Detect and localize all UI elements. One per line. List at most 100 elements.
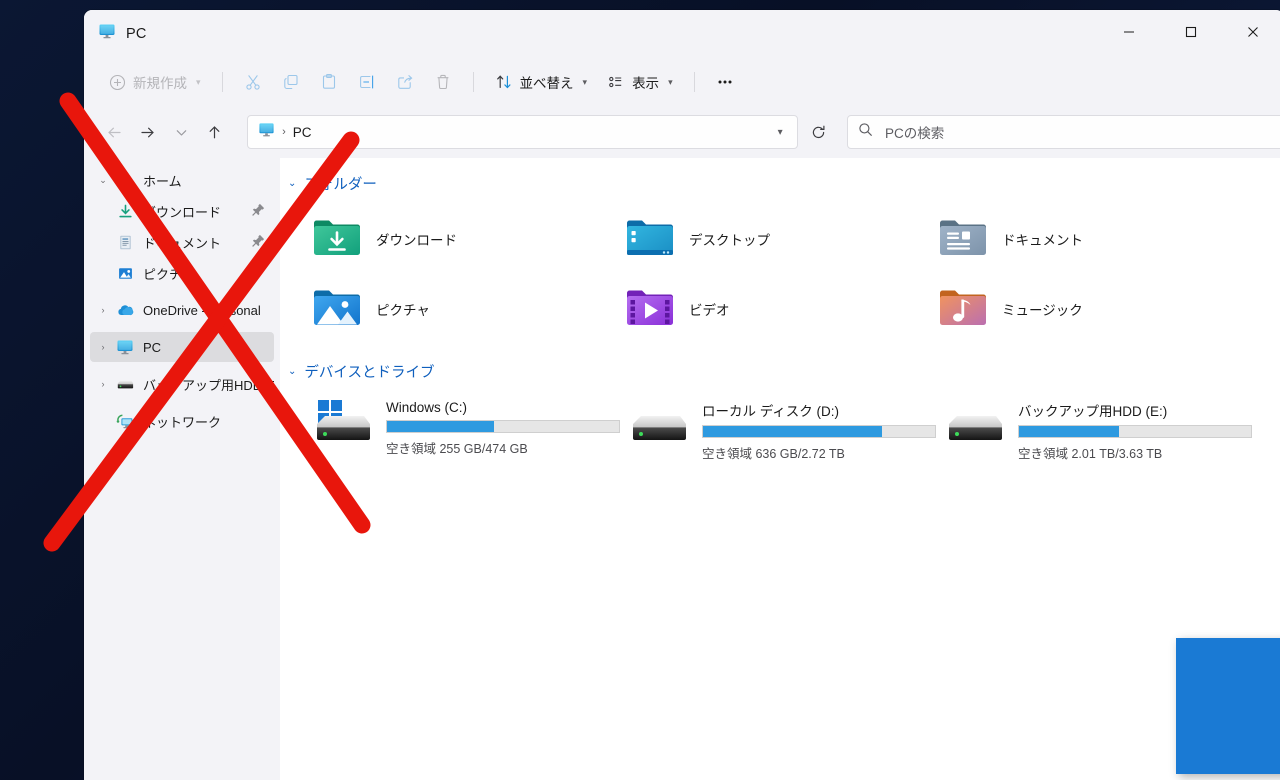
close-button[interactable] [1222,10,1280,54]
share-icon [396,73,414,91]
folders-group-label: フォルダー [304,176,377,193]
breadcrumb-pc[interactable]: PC [293,125,312,140]
toolbar-separator [693,72,695,92]
folder-item-music[interactable]: ミュージック [932,274,1245,344]
drive-item-d[interactable]: ローカル ディスク (D:) 空き領域 636 GB/2.72 TB [622,394,938,466]
drive-info: Windows (C:) 空き領域 255 GB/474 GB [386,398,620,457]
up-button[interactable] [198,115,231,149]
sidebar-item-pictures[interactable]: ⌄ ピクチャ [90,258,274,288]
chevron-right-icon[interactable]: › [92,305,114,315]
new-button[interactable]: 新規作成 ▾ [100,66,210,98]
chevron-right-icon[interactable]: › [92,342,114,352]
sidebar-item-label: バックアップ用HDD (E:) [143,377,274,393]
sidebar-item-documents[interactable]: ⌄ ドキュメント [90,227,274,257]
search-input[interactable]: PCの検索 [885,122,944,142]
sidebar-item-pc[interactable]: › PC [90,332,274,362]
folder-item-label: デスクトップ [689,233,770,248]
copy-button[interactable] [273,66,309,98]
window-title: PC [126,25,147,42]
sidebar-item-network[interactable]: ⌄ ネットワーク [90,406,274,436]
search-box[interactable]: PCの検索 [846,115,1280,149]
devices-group-header[interactable]: ⌄ デバイスとドライブ [280,358,1280,384]
chevron-down-icon[interactable]: ⌄ [288,366,296,377]
scissors-icon [244,73,262,91]
desktop-background: PC 新規作成 ▾ 並べ替え ▾ 表示 ▾ › PC ▾ PCの検索 ⌄ ホーム… [0,0,1280,780]
drive-item-e[interactable]: バックアップ用HDD (E:) 空き領域 2.01 TB/3.63 TB [938,394,1254,466]
folder-item-desktop[interactable]: デスクトップ [619,204,932,274]
pin-icon[interactable] [252,203,265,221]
folder-item-label: ドキュメント [1002,233,1083,248]
drive-windows-icon [312,398,374,449]
recent-locations-button[interactable] [165,115,198,149]
view-list-icon [607,73,625,91]
sidebar-item-label: ピクチャ [143,266,195,282]
drive-info: ローカル ディスク (D:) 空き領域 636 GB/2.72 TB [702,398,936,462]
network-icon [114,412,136,430]
copy-icon [282,73,300,91]
drive-item-c[interactable]: Windows (C:) 空き領域 255 GB/474 GB [306,394,622,466]
folder-music-icon [938,285,988,334]
sidebar-item-downloads[interactable]: ⌄ ダウンロード [90,196,274,226]
folder-item-downloads[interactable]: ダウンロード [306,204,619,274]
rename-button[interactable] [349,66,385,98]
share-button[interactable] [387,66,423,98]
title-bar: PC [84,10,1280,58]
chevron-down-icon[interactable]: ▾ [770,127,791,138]
back-button[interactable] [98,115,131,149]
ellipsis-icon [716,73,734,91]
sidebar-item-label: ホーム [143,173,182,189]
sidebar-item-backup-hdd[interactable]: › バックアップ用HDD (E:) [90,369,275,399]
navigation-pane: ⌄ ホーム ⌄ [84,158,280,780]
sort-button[interactable]: 並べ替え ▾ [486,66,597,98]
picture-icon [114,265,136,282]
see-more-button[interactable] [707,66,743,98]
refresh-button[interactable] [802,115,835,149]
folders-grid: ダウンロード デスクトップ ドキュメント ピクチャ ビデオ ミュージック [280,204,1280,344]
window-controls [1098,10,1280,54]
paste-icon [320,73,338,91]
pin-icon[interactable] [252,265,265,283]
forward-button[interactable] [131,115,164,149]
sort-button-label: 並べ替え [519,76,574,91]
address-bar[interactable]: › PC ▾ [247,115,798,149]
document-icon [114,234,136,251]
folder-item-videos[interactable]: ビデオ [619,274,932,344]
sidebar-item-label: ドキュメント [143,235,222,251]
pin-icon[interactable] [252,234,265,252]
paste-button[interactable] [311,66,347,98]
download-icon [114,203,136,220]
window-body: ⌄ ホーム ⌄ [84,158,1280,780]
view-button[interactable]: 表示 ▾ [598,66,682,98]
chevron-down-icon[interactable]: ⌄ [288,178,296,189]
folders-group-header[interactable]: ⌄ フォルダー [280,170,1280,196]
drive-label: Windows (C:) [386,400,468,415]
command-toolbar: 新規作成 ▾ 並べ替え ▾ 表示 ▾ [84,58,1280,106]
toolbar-separator [221,72,223,92]
drive-free-space: 空き領域 2.01 TB/3.63 TB [1018,447,1163,461]
minimize-button[interactable] [1098,10,1160,54]
chevron-down-icon: ▾ [668,76,673,87]
folder-item-documents[interactable]: ドキュメント [932,204,1245,274]
file-explorer-window: PC 新規作成 ▾ 並べ替え ▾ 表示 ▾ › PC ▾ PCの検索 ⌄ ホーム… [84,10,1280,780]
sidebar-item-onedrive[interactable]: › OneDrive - Personal [90,295,274,325]
folder-item-pictures[interactable]: ピクチャ [306,274,619,344]
capacity-bar-fill [703,426,882,437]
drive-info: バックアップ用HDD (E:) 空き領域 2.01 TB/3.63 TB [1018,398,1252,462]
cut-button[interactable] [235,66,271,98]
new-button-label: 新規作成 [133,76,187,91]
drive-icon [628,398,690,449]
chevron-right-icon[interactable]: › [92,379,114,389]
sidebar-item-home[interactable]: ⌄ ホーム [90,165,274,195]
plus-circle-icon [109,74,126,91]
chevron-down-icon[interactable]: ⌄ [92,175,114,186]
delete-button[interactable] [425,66,461,98]
devices-group-label: デバイスとドライブ [304,364,435,381]
devices-grid: Windows (C:) 空き領域 255 GB/474 GB ローカル ディス… [280,394,1280,466]
capacity-bar [1018,425,1252,438]
search-icon [858,122,873,142]
folder-desktop-icon [625,215,675,264]
sidebar-item-label: PC [143,339,162,355]
maximize-button[interactable] [1160,10,1222,54]
monitor-icon [258,121,275,143]
folder-item-label: ミュージック [1002,303,1083,318]
